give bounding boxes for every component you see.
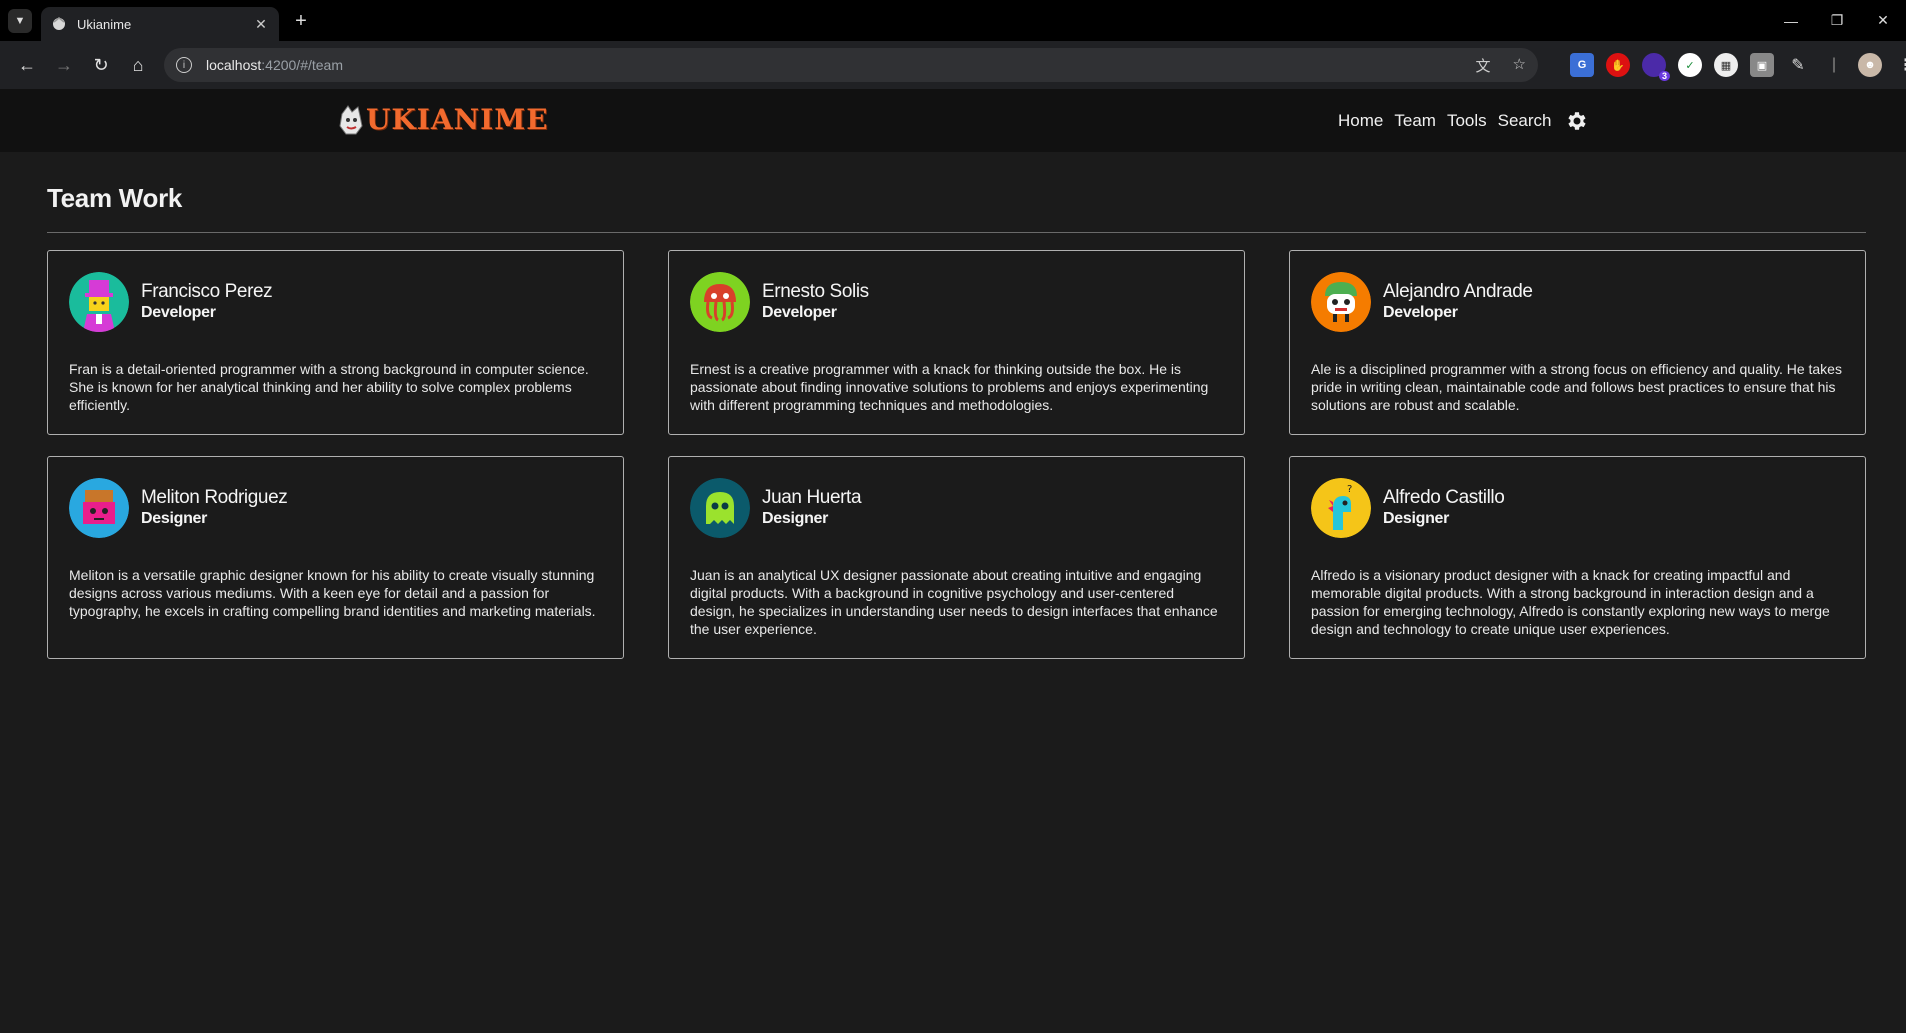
card-header: Alejandro Andrade Developer: [1311, 272, 1844, 332]
url-host: localhost: [206, 57, 262, 73]
site-info-icon[interactable]: i: [176, 57, 192, 73]
team-page: Team Work Francisco Perez Developer Fran…: [0, 152, 1906, 659]
octopus-icon: [690, 272, 750, 332]
member-bio: Alfredo is a visionary product designer …: [1311, 567, 1830, 637]
translate-icon[interactable]: 文: [1476, 55, 1491, 76]
toolbar-separator: |: [1831, 56, 1837, 73]
restore-icon[interactable]: ❐: [1814, 12, 1860, 29]
tab-title: Ukianime: [77, 16, 132, 32]
nav-search[interactable]: Search: [1498, 111, 1552, 131]
window-close-icon[interactable]: ✕: [1860, 12, 1906, 29]
profile-avatar-icon[interactable]: ☻: [1858, 53, 1882, 77]
app-header: UKIANIME Home Team Tools Search: [0, 89, 1906, 152]
adblock-extension-icon[interactable]: ✋: [1606, 53, 1630, 77]
member-role: Developer: [762, 304, 837, 321]
title-divider: [47, 232, 1866, 233]
browser-tab[interactable]: Ukianime ✕: [41, 7, 279, 41]
mushroom-face-icon: [1311, 272, 1371, 332]
card-header: Ernesto Solis Developer: [690, 272, 1223, 332]
team-card: ? Alfredo Castillo Designer Alfredo is a…: [1289, 456, 1866, 659]
browser-tab-strip: ▼ Ukianime ✕ + — ❐ ✕: [0, 0, 1906, 41]
url-path: :4200/#/team: [261, 57, 343, 73]
logo-text: UKIANIME: [366, 103, 549, 136]
card-header: Francisco Perez Developer: [69, 272, 602, 332]
member-role: Designer: [1383, 510, 1450, 527]
top-hat-person-icon: [69, 272, 129, 332]
home-icon[interactable]: ⌂: [121, 48, 155, 82]
card-header: Juan Huerta Designer: [690, 478, 1223, 538]
member-name: Juan Huerta: [762, 487, 862, 508]
browser-toolbar: ← → ↻ ⌂ i localhost:4200/#/team 文 ☆ G ✋ …: [0, 41, 1906, 89]
member-role: Designer: [141, 510, 208, 527]
extensions-puzzle-icon[interactable]: ✎: [1786, 53, 1810, 77]
member-name: Meliton Rodriguez: [141, 487, 288, 508]
minimize-icon[interactable]: —: [1768, 13, 1814, 29]
member-name: Ernesto Solis: [762, 281, 869, 302]
bookmark-star-icon[interactable]: ☆: [1513, 55, 1526, 76]
translate-extension-icon[interactable]: G: [1570, 53, 1594, 77]
member-bio: Juan is an analytical UX designer passio…: [690, 567, 1218, 637]
page-title: Team Work: [47, 183, 183, 213]
reload-icon[interactable]: ↻: [84, 48, 118, 82]
dinosaur-icon: ?: [1311, 478, 1371, 538]
nav-home[interactable]: Home: [1338, 111, 1383, 131]
member-role: Designer: [762, 510, 829, 527]
gray-extension-icon[interactable]: ▣: [1750, 53, 1774, 77]
team-grid: Francisco Perez Developer Fran is a deta…: [47, 250, 1866, 659]
tab-search-chevron-icon[interactable]: ▼: [8, 9, 32, 33]
svg-text:?: ?: [1347, 484, 1352, 495]
team-card: Juan Huerta Designer Juan is an analytic…: [668, 456, 1245, 659]
ghost-icon: [690, 478, 750, 538]
member-role: Developer: [141, 304, 216, 321]
team-card: Alejandro Andrade Developer Ale is a dis…: [1289, 250, 1866, 435]
settings-gear-icon[interactable]: [1565, 109, 1589, 133]
ukianime-favicon-icon: [51, 16, 67, 32]
team-card: Francisco Perez Developer Fran is a deta…: [47, 250, 624, 435]
team-card: Ernesto Solis Developer Ernest is a crea…: [668, 250, 1245, 435]
member-bio: Ernest is a creative programmer with a k…: [690, 361, 1209, 413]
address-bar[interactable]: i localhost:4200/#/team 文 ☆: [164, 48, 1538, 82]
tab-close-icon[interactable]: ✕: [253, 16, 269, 33]
purple-extension-icon[interactable]: 3: [1642, 53, 1670, 81]
site-logo[interactable]: UKIANIME: [338, 103, 549, 136]
grid-extension-icon[interactable]: ▦: [1714, 53, 1738, 77]
logo-mascot-icon: [339, 104, 363, 134]
extension-icons: G ✋ 3 ✓ ▦ ▣ ✎ | ☻ ⋮: [1570, 53, 1906, 81]
nav-team[interactable]: Team: [1394, 111, 1436, 131]
team-card: Meliton Rodriguez Designer Meliton is a …: [47, 456, 624, 659]
window-controls: — ❐ ✕: [1768, 0, 1906, 41]
member-name: Alejandro Andrade: [1383, 281, 1533, 302]
new-tab-plus-icon[interactable]: +: [290, 11, 312, 33]
browser-menu-icon[interactable]: ⋮: [1894, 53, 1906, 77]
card-header: ? Alfredo Castillo Designer: [1311, 478, 1844, 538]
back-arrow-icon[interactable]: ←: [10, 48, 44, 82]
member-name: Alfredo Castillo: [1383, 487, 1505, 508]
member-role: Developer: [1383, 304, 1458, 321]
main-nav: Home Team Tools Search: [1338, 89, 1589, 152]
extension-badge: 3: [1658, 71, 1670, 81]
member-bio: Meliton is a versatile graphic designer …: [69, 567, 596, 619]
member-bio: Ale is a disciplined programmer with a s…: [1311, 361, 1842, 413]
forward-arrow-icon[interactable]: →: [47, 48, 81, 82]
green-check-extension-icon[interactable]: ✓: [1678, 53, 1702, 77]
member-name: Francisco Perez: [141, 281, 273, 302]
robot-face-icon: [69, 478, 129, 538]
member-bio: Fran is a detail-oriented programmer wit…: [69, 361, 589, 413]
nav-tools[interactable]: Tools: [1447, 111, 1487, 131]
omnibox-actions: 文 ☆: [1476, 55, 1526, 76]
card-header: Meliton Rodriguez Designer: [69, 478, 602, 538]
